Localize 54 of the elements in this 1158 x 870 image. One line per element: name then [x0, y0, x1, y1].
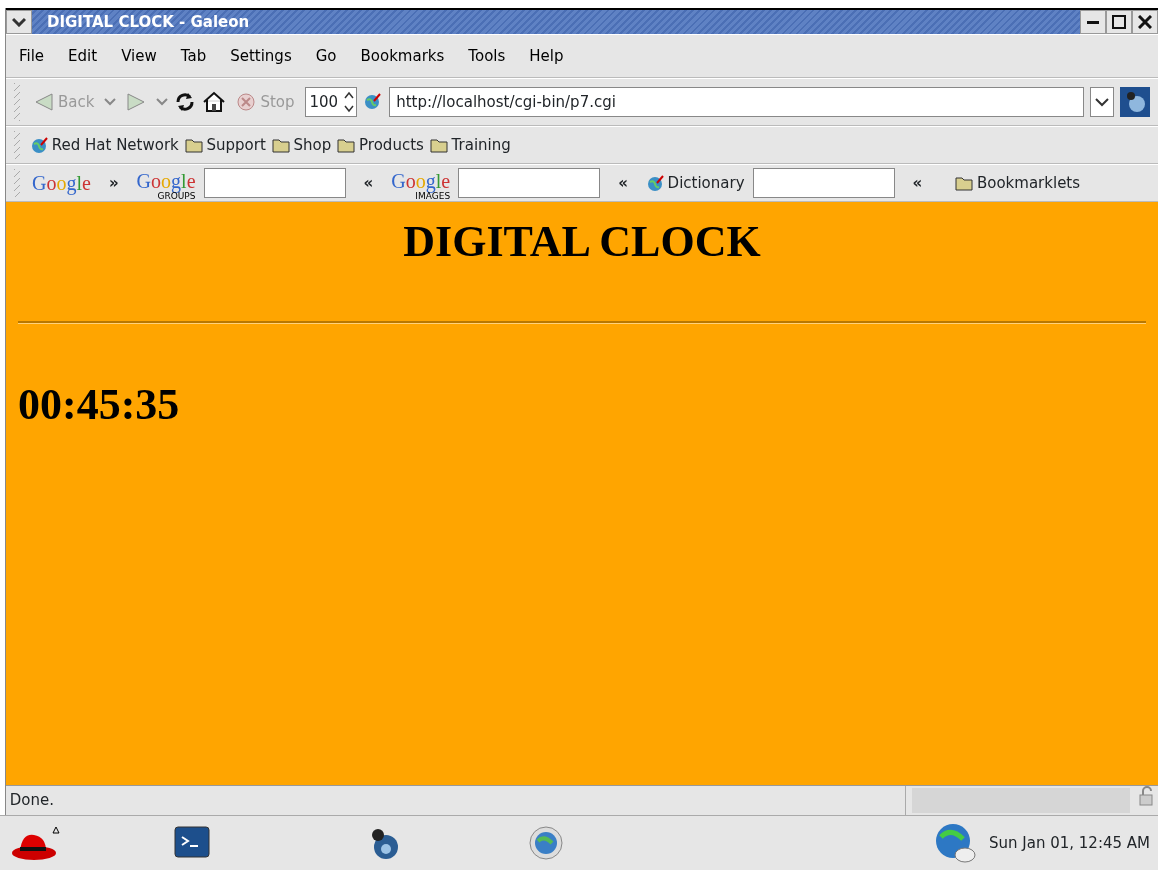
google-logo[interactable]: Google: [32, 173, 91, 193]
menu-item[interactable]: Bookmarks: [351, 44, 454, 68]
menu-item[interactable]: Tools: [459, 44, 515, 68]
menu-item[interactable]: Help: [520, 44, 573, 68]
bookmark-item[interactable]: Dictionary: [645, 171, 745, 195]
chevron-button[interactable]: «: [353, 171, 384, 195]
taskbar-clock[interactable]: Sun Jan 01, 12:45 AM: [989, 831, 1150, 855]
chevron-down-icon: [1095, 97, 1109, 107]
minimize-icon: [1087, 20, 1099, 24]
chevron-button[interactable]: «: [608, 171, 638, 195]
x-circle-icon: [236, 92, 257, 112]
bookmark-item[interactable]: Red Hat Network: [30, 133, 179, 157]
folder-icon: [429, 136, 448, 154]
search-field[interactable]: [752, 168, 895, 198]
bookmark-item[interactable]: Training: [429, 133, 511, 157]
bookmark-item[interactable]: Products: [337, 133, 424, 157]
bookmark-item[interactable]: Shop: [271, 133, 332, 157]
maximize-button[interactable]: [1106, 10, 1132, 34]
menu-item[interactable]: Edit: [59, 44, 107, 68]
folder-icon: [337, 136, 356, 154]
page-heading: DIGITAL CLOCK: [402, 216, 762, 268]
chevron-down-icon: [12, 17, 26, 27]
clock-time: 00:45:35: [18, 378, 181, 431]
folder-icon: [271, 136, 290, 154]
menu-item[interactable]: File: [10, 44, 54, 68]
chevron-button[interactable]: «: [902, 171, 933, 195]
menu-item[interactable]: View: [112, 44, 166, 68]
menu-item[interactable]: Tab: [171, 44, 216, 68]
window-title: DIGITAL CLOCK - Galeon: [47, 11, 251, 33]
search-field[interactable]: [458, 168, 601, 198]
folder-icon: [955, 174, 974, 192]
address-field[interactable]: http://localhost/cgi-bin/p7.cgi: [389, 87, 1084, 117]
right-triangle-icon: [126, 92, 147, 112]
zoom-spinbox[interactable]: 100: [304, 87, 358, 117]
home-icon[interactable]: [202, 91, 227, 113]
chevron-down-icon[interactable]: [156, 98, 169, 106]
globe-icon: [30, 136, 48, 154]
maximize-icon: [1112, 15, 1126, 29]
window-menu-button[interactable]: [6, 10, 32, 34]
left-triangle-icon: [34, 92, 54, 112]
close-icon: [1138, 15, 1152, 29]
folder-icon: [184, 136, 203, 154]
globe-icon: [645, 174, 664, 192]
globe-icon[interactable]: [363, 92, 384, 112]
history-dropdown-button[interactable]: [1090, 87, 1114, 117]
bookmark-item[interactable]: Bookmarklets: [955, 171, 1081, 195]
minimize-button[interactable]: [1080, 10, 1106, 34]
bookmark-item[interactable]: Support: [184, 133, 266, 157]
menu-item[interactable]: Settings: [221, 44, 301, 68]
close-button[interactable]: [1132, 10, 1158, 34]
chevron-down-icon[interactable]: [104, 98, 117, 106]
chevron-button[interactable]: »: [98, 171, 129, 195]
menu-item[interactable]: Go: [306, 44, 346, 68]
search-field[interactable]: [203, 168, 346, 198]
